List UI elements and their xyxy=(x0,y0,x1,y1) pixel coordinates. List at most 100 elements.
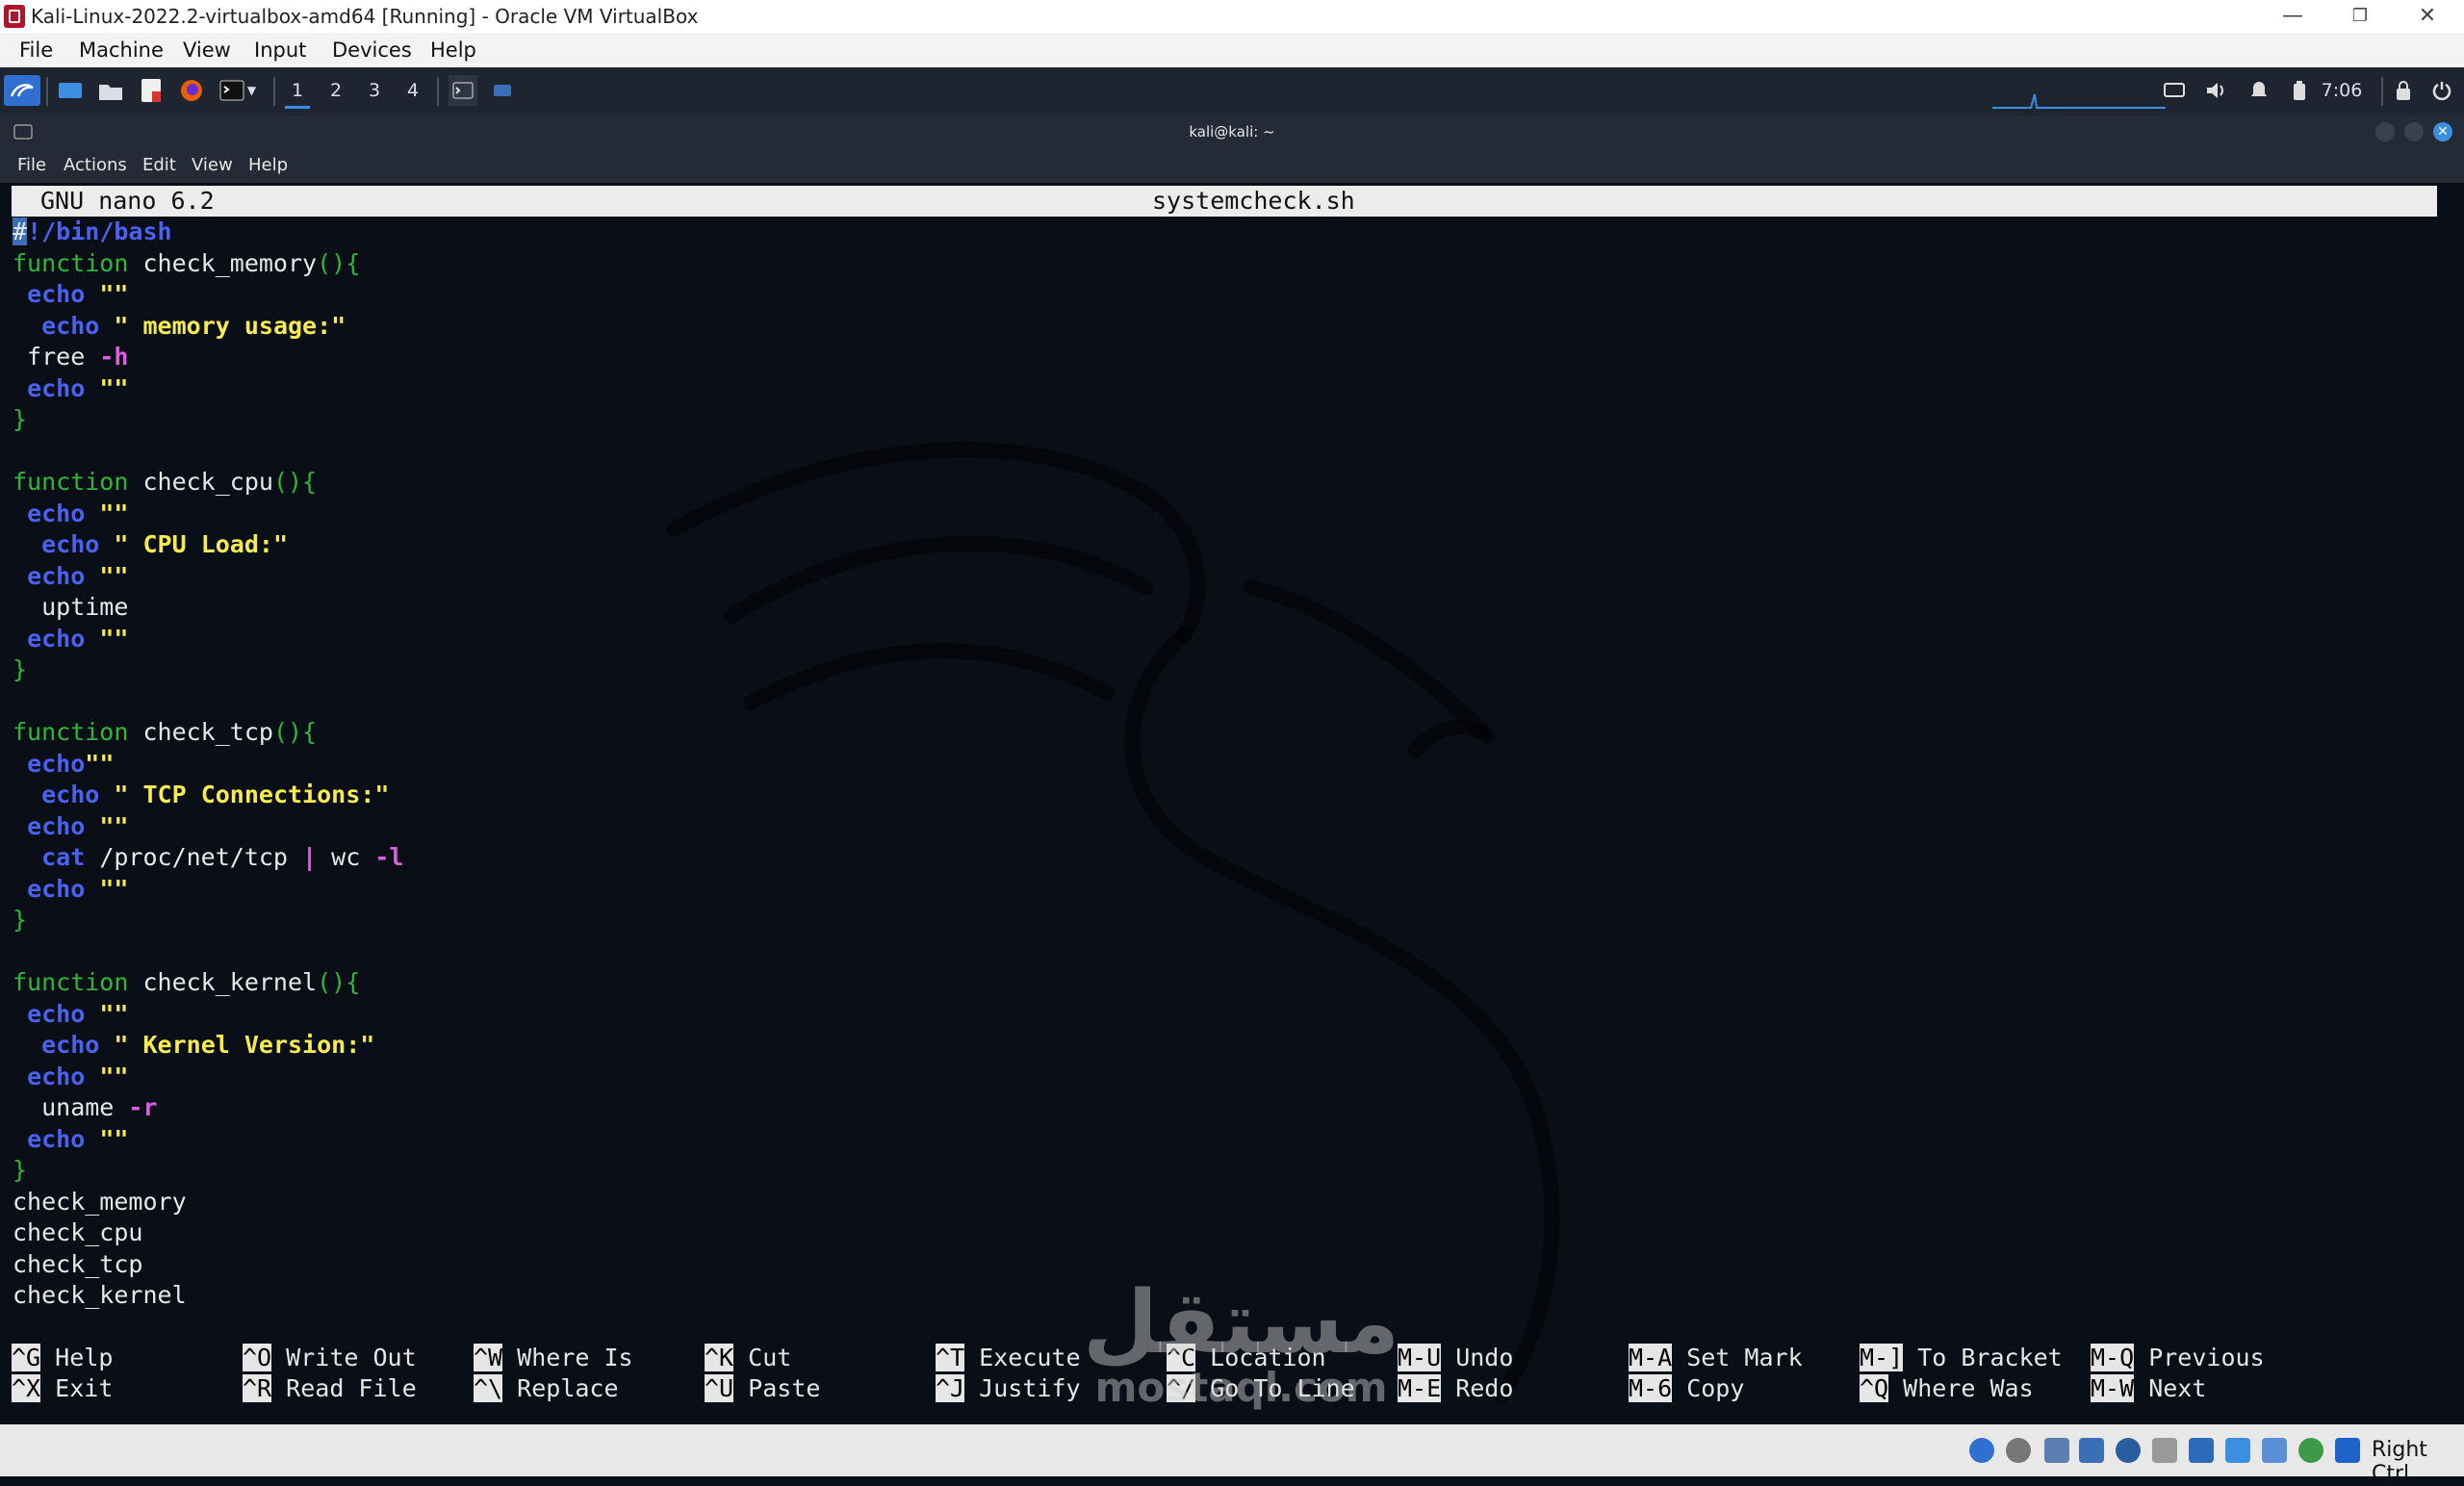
code-line[interactable]: echo " CPU Load:" xyxy=(13,529,403,561)
nano-editor[interactable]: GNU nano 6.2 systemcheck.sh #!/bin/bash f… xyxy=(0,183,2464,1424)
workspace-4[interactable]: 4 xyxy=(400,75,425,106)
code-line[interactable]: uptime xyxy=(13,592,403,624)
code-line[interactable]: check_cpu xyxy=(13,1217,403,1249)
code-line[interactable]: echo " memory usage:" xyxy=(13,311,403,343)
battery-icon[interactable] xyxy=(2285,75,2314,106)
code-line[interactable]: free -h xyxy=(13,342,403,373)
code-line[interactable]: echo "" xyxy=(13,499,403,530)
keyboard-capture-icon[interactable] xyxy=(2335,1438,2360,1463)
text-editor-icon[interactable] xyxy=(137,75,166,106)
close-button[interactable]: ✕ xyxy=(2399,0,2456,33)
code-token: -h xyxy=(99,343,129,371)
code-line[interactable]: cat /proc/net/tcp | wc -l xyxy=(13,842,403,874)
code-token: (){ xyxy=(272,468,318,496)
code-line[interactable]: echo " Kernel Version:" xyxy=(13,1030,403,1062)
code-line[interactable]: function check_cpu(){ xyxy=(13,467,403,499)
terminal-menu-file[interactable]: File xyxy=(17,155,46,175)
code-line[interactable]: echo"" xyxy=(13,749,403,781)
panel-clock[interactable]: 7:06 xyxy=(2318,75,2366,106)
optical-drive-icon[interactable] xyxy=(1969,1438,1994,1463)
code-token: echo xyxy=(27,280,86,308)
display-settings-icon[interactable] xyxy=(2189,1438,2214,1463)
code-line[interactable]: } xyxy=(13,404,403,436)
shared-folders-icon[interactable] xyxy=(2152,1438,2177,1463)
terminal-launcher-icon[interactable]: ▼ xyxy=(216,75,260,106)
code-token: echo xyxy=(27,624,86,653)
code-line[interactable]: echo " TCP Connections:" xyxy=(13,780,403,811)
code-line[interactable]: function check_tcp(){ xyxy=(13,717,403,749)
virtualization-icon[interactable] xyxy=(2262,1438,2287,1463)
menu-view[interactable]: View xyxy=(183,38,231,62)
terminal-menu-help[interactable]: Help xyxy=(248,155,288,175)
display-icon[interactable] xyxy=(2160,75,2189,106)
recording-icon[interactable] xyxy=(2225,1438,2250,1463)
usb-icon[interactable] xyxy=(2116,1438,2141,1463)
hard-disk-icon[interactable] xyxy=(2006,1438,2031,1463)
code-line[interactable]: echo "" xyxy=(13,373,403,405)
lock-screen-icon[interactable] xyxy=(2389,75,2418,106)
code-line[interactable]: check_tcp xyxy=(13,1249,403,1281)
show-desktop-icon[interactable] xyxy=(56,75,85,106)
terminal-minimize-button[interactable] xyxy=(2375,122,2395,141)
shortcut-label: Cut xyxy=(733,1344,792,1371)
terminal-close-icon[interactable]: ✕ xyxy=(2433,122,2452,141)
code-line[interactable]: function check_kernel(){ xyxy=(13,967,403,999)
power-icon[interactable] xyxy=(2427,75,2456,106)
menu-help[interactable]: Help xyxy=(430,38,476,62)
menu-machine[interactable]: Machine xyxy=(79,38,164,62)
code-token: check_memory xyxy=(128,248,318,277)
code-token: echo xyxy=(27,1124,86,1153)
code-token: } xyxy=(13,1156,28,1184)
guest-additions-icon[interactable] xyxy=(2298,1438,2323,1463)
terminal-menu-actions[interactable]: Actions xyxy=(64,155,127,175)
notifications-bell-icon[interactable] xyxy=(2245,75,2273,106)
workspace-2[interactable]: 2 xyxy=(323,75,348,106)
terminal-menu-view[interactable]: View xyxy=(192,155,233,175)
code-line[interactable]: uname -r xyxy=(13,1092,403,1124)
kali-menu-icon[interactable] xyxy=(4,75,40,106)
minimize-button[interactable]: — xyxy=(2264,0,2322,33)
terminal-menu-edit[interactable]: Edit xyxy=(142,155,176,175)
code-token: check_memory xyxy=(13,1187,187,1216)
file-manager-icon[interactable] xyxy=(96,75,125,106)
code-line[interactable] xyxy=(13,436,403,468)
workspace-1[interactable]: 1 xyxy=(285,75,310,109)
code-line[interactable]: function check_memory(){ xyxy=(13,248,403,280)
code-line[interactable]: echo "" xyxy=(13,874,403,906)
code-line[interactable]: echo "" xyxy=(13,561,403,593)
menu-file[interactable]: File xyxy=(19,38,53,62)
volume-icon[interactable] xyxy=(2202,75,2231,106)
workspace-3[interactable]: 3 xyxy=(362,75,387,106)
restore-button[interactable]: ❐ xyxy=(2331,0,2389,33)
code-token: (){ xyxy=(317,248,361,277)
terminal-maximize-button[interactable] xyxy=(2404,122,2424,141)
code-line[interactable]: echo "" xyxy=(13,999,403,1031)
code-token: uptime xyxy=(13,593,129,621)
code-line[interactable]: echo "" xyxy=(13,1062,403,1093)
taskbar-window-icon[interactable] xyxy=(489,75,516,106)
firefox-icon[interactable] xyxy=(177,75,206,106)
code-line[interactable]: echo "" xyxy=(13,624,403,655)
menu-devices[interactable]: Devices xyxy=(332,38,412,62)
code-area[interactable]: #!/bin/bash function check_memory(){ echo… xyxy=(13,217,403,1312)
code-token: wc xyxy=(317,843,375,871)
code-line[interactable]: check_memory xyxy=(13,1187,403,1218)
network-icon[interactable] xyxy=(2079,1438,2104,1463)
code-line[interactable] xyxy=(13,686,403,718)
audio-icon[interactable] xyxy=(2044,1438,2069,1463)
code-line[interactable]: #!/bin/bash xyxy=(13,217,403,248)
code-line[interactable] xyxy=(13,936,403,968)
code-line[interactable]: echo "" xyxy=(13,1124,403,1156)
taskbar-terminal-icon[interactable] xyxy=(449,75,477,106)
code-line[interactable]: check_kernel xyxy=(13,1280,403,1312)
code-line[interactable]: echo "" xyxy=(13,811,403,843)
code-line[interactable]: } xyxy=(13,1155,403,1187)
code-line[interactable]: echo "" xyxy=(13,279,403,311)
menu-input[interactable]: Input xyxy=(254,38,306,62)
chevron-down-icon[interactable]: ▼ xyxy=(247,84,256,97)
code-line[interactable]: } xyxy=(13,654,403,686)
code-line[interactable]: } xyxy=(13,905,403,936)
